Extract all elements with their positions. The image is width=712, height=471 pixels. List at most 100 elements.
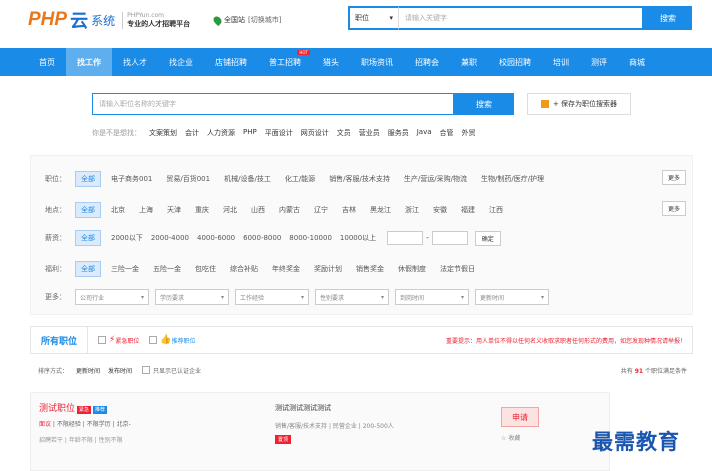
update-time-select[interactable]: 更新时间 ▾ [475, 289, 549, 305]
filter-more-button[interactable]: 更多 [661, 201, 686, 216]
job-search-button[interactable]: 搜索 [454, 93, 514, 115]
filter-option[interactable]: 贸易/百货001 [166, 174, 210, 184]
filter-option[interactable]: 销售奖金 [356, 264, 384, 274]
hot-keyword[interactable]: 服务员 [388, 128, 409, 138]
filter-option[interactable]: 安徽 [433, 205, 447, 215]
verified-checkbox[interactable] [142, 366, 151, 374]
filter-option[interactable]: 内蒙古 [279, 205, 300, 215]
hot-keyword[interactable]: 人力资源 [207, 128, 235, 138]
nav-shop-recruit[interactable]: 店铺招聘 [204, 48, 258, 76]
search-button[interactable]: 搜索 [644, 6, 692, 30]
filter-option[interactable]: 吉林 [342, 205, 356, 215]
collect-button[interactable]: ☆ 收藏 [501, 433, 520, 442]
sort-update-time[interactable]: 更新时间 [76, 366, 100, 375]
filter-option[interactable]: 重庆 [195, 205, 209, 215]
nav-part-time[interactable]: 兼职 [450, 48, 488, 76]
nav-campus[interactable]: 校园招聘 [488, 48, 542, 76]
filter-option[interactable]: 2000-4000 [151, 234, 189, 242]
filter-option[interactable]: 休假制度 [398, 264, 426, 274]
filter-option[interactable]: 机械/设备/技工 [224, 174, 271, 184]
tab-urgent-label[interactable]: 紧急职位 [115, 336, 139, 345]
filter-option[interactable]: 包吃住 [195, 264, 216, 274]
filter-option[interactable]: 江西 [489, 205, 503, 215]
city-selector[interactable]: 全国站 [切换城市] [211, 14, 281, 26]
filter-option[interactable]: 生物/制药/医疗/护理 [481, 174, 544, 184]
filter-option[interactable]: 三险一金 [111, 264, 139, 274]
job-keyword-input[interactable]: 请输入职位名称的关键字 [92, 93, 454, 115]
nav-mall[interactable]: 商城 [618, 48, 656, 76]
sort-publish-time[interactable]: 发布时间 [108, 366, 132, 375]
filter-option[interactable]: 法定节假日 [440, 264, 475, 274]
hot-keyword[interactable]: 文案策划 [149, 128, 177, 138]
arrival-time-select[interactable]: 到岗时间 ▾ [395, 289, 469, 305]
filter-option[interactable]: 8000-10000 [289, 234, 332, 242]
filter-option[interactable]: 黑龙江 [370, 205, 391, 215]
filter-all-chip[interactable]: 全部 [75, 202, 101, 218]
city-switch-link[interactable]: [切换城市] [248, 15, 281, 25]
filter-all-chip[interactable]: 全部 [75, 171, 101, 187]
filter-option[interactable]: 综合补贴 [230, 264, 258, 274]
filter-option[interactable]: 山西 [251, 205, 265, 215]
filter-option[interactable]: 天津 [167, 205, 181, 215]
salary-max-input[interactable] [431, 231, 468, 245]
filter-option[interactable]: 辽宁 [314, 205, 328, 215]
tab-recommend-label[interactable]: 推荐职位 [172, 336, 196, 345]
filter-option[interactable]: 销售/客服/技术支持 [329, 174, 390, 184]
filter-more-button[interactable]: 更多 [661, 170, 686, 185]
nav-job-fair[interactable]: 招聘会 [404, 48, 450, 76]
urgent-checkbox[interactable] [98, 336, 107, 344]
apply-button[interactable]: 申请 [501, 407, 539, 427]
filter-option[interactable]: 五险一金 [153, 264, 181, 274]
filter-option[interactable]: 电子商务001 [111, 174, 152, 184]
filter-option[interactable]: 年终奖金 [272, 264, 300, 274]
filter-option[interactable]: 奖励计划 [314, 264, 342, 274]
nav-find-job[interactable]: 找工作 [66, 48, 112, 76]
filter-option[interactable]: 化工/能源 [285, 174, 315, 184]
filter-option[interactable]: 上海 [139, 205, 153, 215]
filter-option[interactable]: 6000-8000 [243, 234, 281, 242]
salary-ok-button[interactable]: 确定 [474, 230, 501, 246]
nav-general-worker[interactable]: 普工招聘 HOT [258, 48, 312, 76]
nav-find-company[interactable]: 找企业 [158, 48, 204, 76]
job-title[interactable]: 测试职位 紧急 推荐 [39, 401, 108, 414]
select-label: 更新时间 [480, 294, 505, 302]
hot-keyword[interactable]: 营业员 [359, 128, 380, 138]
hot-keyword[interactable]: 外贸 [462, 128, 476, 138]
save-search-button[interactable]: + 保存为职位搜索器 [527, 93, 631, 115]
filter-option[interactable]: 河北 [223, 205, 237, 215]
filter-option[interactable]: 福建 [461, 205, 475, 215]
experience-select[interactable]: 工作经验 ▾ [235, 289, 309, 305]
filter-option[interactable]: 2000以下 [111, 233, 143, 243]
nav-home[interactable]: 首页 [28, 48, 66, 76]
education-select[interactable]: 学历要求 ▾ [155, 289, 229, 305]
nav-find-talent[interactable]: 找人才 [112, 48, 158, 76]
hot-keyword[interactable]: 文员 [337, 128, 351, 138]
hot-keyword[interactable]: 会计 [185, 128, 199, 138]
company-name[interactable]: 测试测试测试测试 [275, 403, 331, 413]
hot-keyword[interactable]: PHP [243, 128, 257, 138]
gender-select[interactable]: 性别要求 ▾ [315, 289, 389, 305]
job-listing[interactable]: 测试职位 紧急 推荐 面议 | 不限经验 | 不限学历 | 北京- 招聘若干 | 年… [30, 392, 610, 471]
filter-option[interactable]: 10000以上 [340, 233, 376, 243]
recommend-checkbox[interactable] [149, 336, 158, 344]
tab-all-jobs[interactable]: 所有职位 [31, 327, 89, 353]
salary-min-input[interactable] [387, 231, 424, 245]
industry-select[interactable]: 公司行业 ▾ [75, 289, 149, 305]
nav-career-news[interactable]: 职场资讯 [350, 48, 404, 76]
hot-keyword[interactable]: 平面设计 [265, 128, 293, 138]
nav-training[interactable]: 培训 [542, 48, 580, 76]
filter-option[interactable]: 北京 [111, 205, 125, 215]
search-input[interactable]: 请输入关键字 [398, 6, 644, 30]
filter-option[interactable]: 生产/营运/采购/物流 [404, 174, 467, 184]
filter-all-chip[interactable]: 全部 [75, 261, 101, 277]
hot-keyword[interactable]: 合管 [440, 128, 454, 138]
site-logo[interactable]: PHP 云 系统 PHPYun.com 专业的人才招聘平台 [28, 5, 190, 35]
hot-keyword[interactable]: 网页设计 [301, 128, 329, 138]
hot-keyword[interactable]: Java [417, 128, 432, 138]
search-type-select[interactable]: 职位 ▾ [348, 6, 398, 30]
filter-option[interactable]: 浙江 [405, 205, 419, 215]
nav-assessment[interactable]: 测评 [580, 48, 618, 76]
filter-option[interactable]: 4000-6000 [197, 234, 235, 242]
filter-all-chip[interactable]: 全部 [75, 230, 101, 246]
nav-headhunter[interactable]: 猎头 [312, 48, 350, 76]
